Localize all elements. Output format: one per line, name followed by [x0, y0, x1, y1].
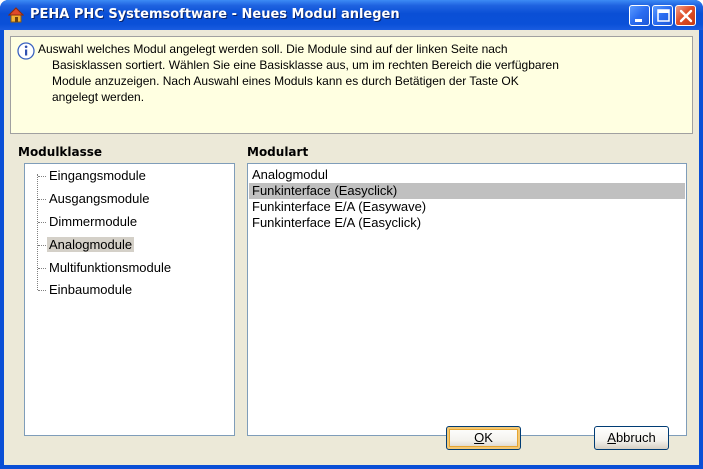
cancel-label: bbruch	[615, 430, 656, 445]
tree-item-label: Eingangsmodule	[49, 168, 146, 183]
close-button[interactable]	[675, 5, 696, 26]
info-icon	[17, 42, 35, 60]
minimize-icon	[635, 19, 642, 22]
info-line-3: Module anzuzeigen. Nach Auswahl eines Mo…	[52, 74, 519, 88]
info-line-1: Auswahl welches Modul angelegt werden so…	[38, 42, 508, 56]
ok-mnemonic: O	[474, 430, 485, 445]
list-item-funkinterface-ea-easywave[interactable]: Funkinterface E/A (Easywave)	[249, 199, 685, 215]
house-icon	[8, 7, 24, 23]
ok-button[interactable]: OK	[446, 426, 521, 450]
minimize-button[interactable]	[629, 5, 650, 26]
tree-item-label: Dimmermodule	[49, 214, 138, 229]
list-item-funkinterface-ea-easyclick[interactable]: Funkinterface E/A (Easyclick)	[249, 215, 685, 231]
modulklasse-label: Modulklasse	[18, 145, 103, 159]
modulart-list[interactable]: Analogmodul Funkinterface (Easyclick) Fu…	[247, 163, 687, 436]
tree-item-ausgangsmodule[interactable]: Ausgangsmodule	[47, 190, 151, 210]
info-text: Auswahl welches Modul angelegt werden so…	[38, 41, 690, 105]
ok-label: K	[484, 430, 493, 445]
close-icon	[679, 9, 693, 23]
tree-branch	[38, 222, 46, 223]
info-line-2: Basisklassen sortiert. Wählen Sie eine B…	[52, 58, 559, 72]
tree-branch	[38, 290, 46, 291]
tree-item-dimmermodule[interactable]: Dimmermodule	[47, 213, 139, 233]
tree-item-eingangsmodule[interactable]: Eingangsmodule	[47, 167, 148, 187]
tree-item-einbaumodule[interactable]: Einbaumodule	[47, 281, 134, 301]
window-title: PEHA PHC Systemsoftware - Neues Modul an…	[30, 7, 400, 22]
tree-item-analogmodule[interactable]: Analogmodule	[47, 236, 135, 256]
tree-item-label: Ausgangsmodule	[49, 191, 150, 206]
tree-branch	[38, 268, 46, 269]
cancel-button[interactable]: Abbruch	[594, 426, 669, 450]
modulklasse-tree[interactable]: Eingangsmodule Ausgangsmodule Dimmermodu…	[24, 163, 235, 436]
info-line-4: angelegt werden.	[52, 90, 145, 104]
tree-branch	[38, 245, 46, 246]
tree-branch	[38, 199, 46, 200]
title-bar[interactable]: PEHA PHC Systemsoftware - Neues Modul an…	[0, 0, 703, 30]
maximize-button[interactable]	[652, 5, 673, 26]
tree-connector	[37, 174, 38, 290]
cancel-mnemonic: A	[607, 430, 616, 445]
dialog-client-area: Auswahl welches Modul angelegt werden so…	[4, 30, 699, 465]
list-item-funkinterface-easyclick[interactable]: Funkinterface (Easyclick)	[249, 183, 685, 199]
tree-item-label: Multifunktionsmodule	[49, 260, 172, 275]
dialog-window: PEHA PHC Systemsoftware - Neues Modul an…	[0, 0, 703, 469]
tree-item-multifunktionsmodule[interactable]: Multifunktionsmodule	[47, 259, 173, 279]
list-item-analogmodul[interactable]: Analogmodul	[249, 167, 685, 183]
info-box: Auswahl welches Modul angelegt werden so…	[10, 36, 693, 134]
tree-item-label: Analogmodule	[47, 237, 135, 252]
tree-branch	[38, 176, 46, 177]
modulart-label: Modulart	[247, 145, 309, 159]
maximize-icon	[657, 9, 670, 22]
tree-item-label: Einbaumodule	[49, 282, 133, 297]
